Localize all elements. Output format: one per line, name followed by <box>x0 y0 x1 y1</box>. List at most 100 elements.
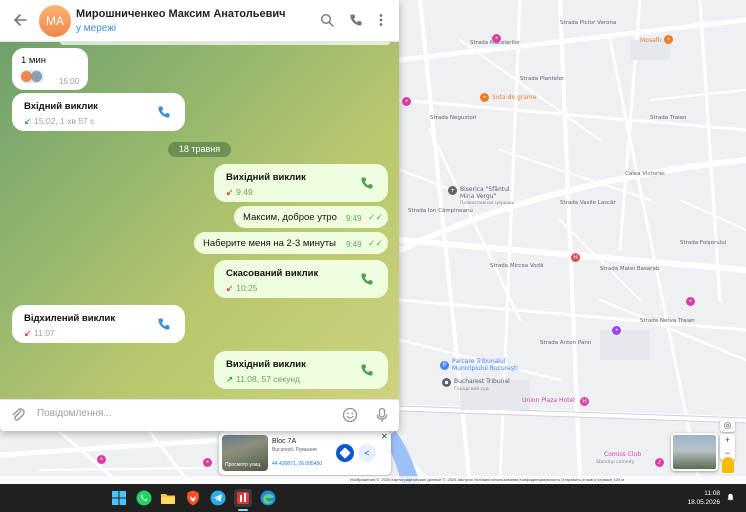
poi-label[interactable]: Suta de grame <box>492 94 536 101</box>
call-bubble-incoming[interactable]: Відхилений виклик ↙ 11:07 <box>12 305 185 343</box>
street-label: Strada Vasile Lascăr <box>560 200 616 206</box>
notification-bell-icon[interactable] <box>726 493 735 502</box>
share-icon[interactable]: < <box>358 444 376 462</box>
street-label: Calea Victoriei <box>625 171 665 177</box>
pegman-icon[interactable] <box>722 457 734 473</box>
call-back-icon[interactable] <box>157 105 171 119</box>
call-time: 15:02, 1 хв 57 с <box>34 116 95 126</box>
previous-message-edge <box>60 42 390 45</box>
street-label: Strada Matei Basarab <box>600 266 660 272</box>
clock-time: 11:08 <box>704 490 720 497</box>
street-view-label: Просмотр улиц <box>225 462 261 468</box>
street-label: Strada Foișorului <box>680 240 727 246</box>
poi-label[interactable]: Union Plaza Hotel <box>522 397 575 404</box>
more-icon[interactable] <box>374 13 388 27</box>
close-icon[interactable]: ✕ <box>381 432 388 441</box>
street-view-thumbnail[interactable] <box>671 433 718 471</box>
message-input[interactable]: Повідомлення... <box>37 408 112 419</box>
call-time: 11:08, 57 секунд <box>236 374 300 384</box>
street-label: Strada Plantelor <box>520 76 565 82</box>
poi-sublabel: Православная церковь <box>460 201 515 206</box>
clock-date: 18.05.2026 <box>687 499 720 506</box>
call-detail: ↙ 9:49 <box>226 187 253 198</box>
system-clock[interactable]: 11:08 18.05.2026 <box>680 489 720 507</box>
call-back-icon[interactable] <box>360 363 374 377</box>
call-arrow-icon: ↙ <box>226 187 234 197</box>
taskbar: 11:08 18.05.2026 <box>0 484 746 512</box>
message-bubble-outgoing[interactable]: Максим, доброе утро 9:49 ✓✓ <box>234 206 388 228</box>
call-title: Вихідний виклик <box>226 172 306 183</box>
street-label: Strada Ion Câmpineanu <box>408 208 473 214</box>
shop-icon[interactable]: • <box>402 97 411 106</box>
app-icon[interactable] <box>234 489 252 507</box>
shop-icon[interactable]: • <box>97 455 106 464</box>
hotel-icon[interactable]: H <box>580 397 589 406</box>
call-back-icon[interactable] <box>157 317 171 331</box>
call-bubble-outgoing[interactable]: Вихідний виклик ↙ 9:49 <box>214 164 388 202</box>
directions-icon[interactable] <box>336 444 354 462</box>
file-explorer-icon[interactable] <box>159 489 177 507</box>
street-label: Strada Traian <box>650 115 687 121</box>
attach-icon[interactable] <box>10 407 26 423</box>
restaurant-icon[interactable]: • <box>480 93 489 102</box>
church-icon[interactable]: + <box>448 186 457 195</box>
microphone-icon[interactable] <box>374 407 390 423</box>
hospital-icon[interactable]: H <box>571 253 580 262</box>
call-bubble-incoming[interactable]: Вхідний виклик ↙ 15:02, 1 хв 57 с <box>12 93 185 131</box>
place-icon[interactable]: • <box>612 326 621 335</box>
read-checks-icon: ✓✓ <box>368 238 384 248</box>
message-bubble-outgoing[interactable]: Наберите меня на 2-3 минуты 9:49 ✓✓ <box>194 232 388 254</box>
message-list[interactable]: 1 мин 15:00 Вхідний виклик ↙ 15:02, 1 хв … <box>0 42 399 399</box>
message-time: 9:49 <box>346 214 362 223</box>
zoom-in-button[interactable]: + <box>720 434 735 447</box>
search-icon[interactable] <box>320 13 334 27</box>
club-icon[interactable]: ♪ <box>655 458 664 467</box>
shop-icon[interactable]: • <box>686 297 695 306</box>
chat-title[interactable]: Мирошниченкео Максим Анатольевич <box>76 8 286 20</box>
call-back-icon[interactable] <box>360 176 374 190</box>
poi-label[interactable]: Parcare Tribunalul Municipiului Bucureșt… <box>452 358 522 372</box>
call-bubble-outgoing[interactable]: Скасований виклик ↙ 10:25 <box>214 260 388 298</box>
parking-icon[interactable]: P <box>440 361 449 370</box>
poi-label[interactable]: Biserica "Sfântul Mina Vergu" <box>460 186 520 200</box>
shop-icon[interactable]: • <box>492 34 501 43</box>
poi-label[interactable]: Bucharest Tribunal <box>454 378 510 385</box>
call-arrow-icon: ↙ <box>226 283 234 293</box>
map-attribution: Изображения ©, 2026 Картографические дан… <box>350 477 624 482</box>
place-card[interactable]: Просмотр улиц Bloc 7A București, Румыния… <box>219 431 391 475</box>
place-coordinates[interactable]: 44.426871, 26.095450 <box>272 461 322 467</box>
building-icon[interactable]: ▪ <box>442 378 451 387</box>
reaction-avatars[interactable] <box>20 70 44 83</box>
street-view-preview[interactable]: Просмотр улиц <box>222 435 268 471</box>
brave-icon[interactable] <box>184 489 202 507</box>
poi-sublabel: Standup comedy <box>596 460 635 465</box>
poi-label[interactable]: Mosafir <box>640 37 662 44</box>
windows-start-icon[interactable] <box>110 489 128 507</box>
edge-icon[interactable] <box>259 489 277 507</box>
call-time: 9:49 <box>236 187 253 197</box>
avatar[interactable]: MA <box>39 5 71 37</box>
call-detail: ↗ 11:08, 57 секунд <box>226 374 300 385</box>
chat-header: MA Мирошниченкео Максим Анатольевич у ме… <box>0 0 399 42</box>
date-separator: 18 травня <box>168 142 231 157</box>
call-title: Скасований виклик <box>226 268 319 279</box>
place-title: Bloc 7A <box>272 438 297 445</box>
shop-icon[interactable]: • <box>203 458 212 467</box>
whatsapp-icon[interactable] <box>135 489 153 507</box>
place-address: București, Румыния <box>272 447 317 453</box>
back-arrow-icon[interactable] <box>12 12 28 28</box>
poi-label[interactable]: Comics Club <box>604 451 641 458</box>
message-text: Максим, доброе утро <box>243 212 337 223</box>
call-detail: ↙ 15:02, 1 хв 57 с <box>24 116 94 127</box>
call-detail: ↙ 10:25 <box>226 283 257 294</box>
message-bubble-incoming[interactable]: 1 мин 15:00 <box>12 48 88 90</box>
map-footer: Изображения ©, 2026 Картографические дан… <box>0 476 746 484</box>
telegram-icon[interactable] <box>209 489 227 507</box>
my-location-button[interactable]: ◎ <box>720 418 735 432</box>
call-title: Вхідний виклик <box>24 101 98 112</box>
call-back-icon[interactable] <box>360 272 374 286</box>
call-bubble-outgoing[interactable]: Вихідний виклик ↗ 11:08, 57 секунд <box>214 351 388 389</box>
restaurant-icon[interactable]: • <box>664 35 673 44</box>
phone-icon[interactable] <box>349 13 363 27</box>
emoji-icon[interactable] <box>342 407 358 423</box>
